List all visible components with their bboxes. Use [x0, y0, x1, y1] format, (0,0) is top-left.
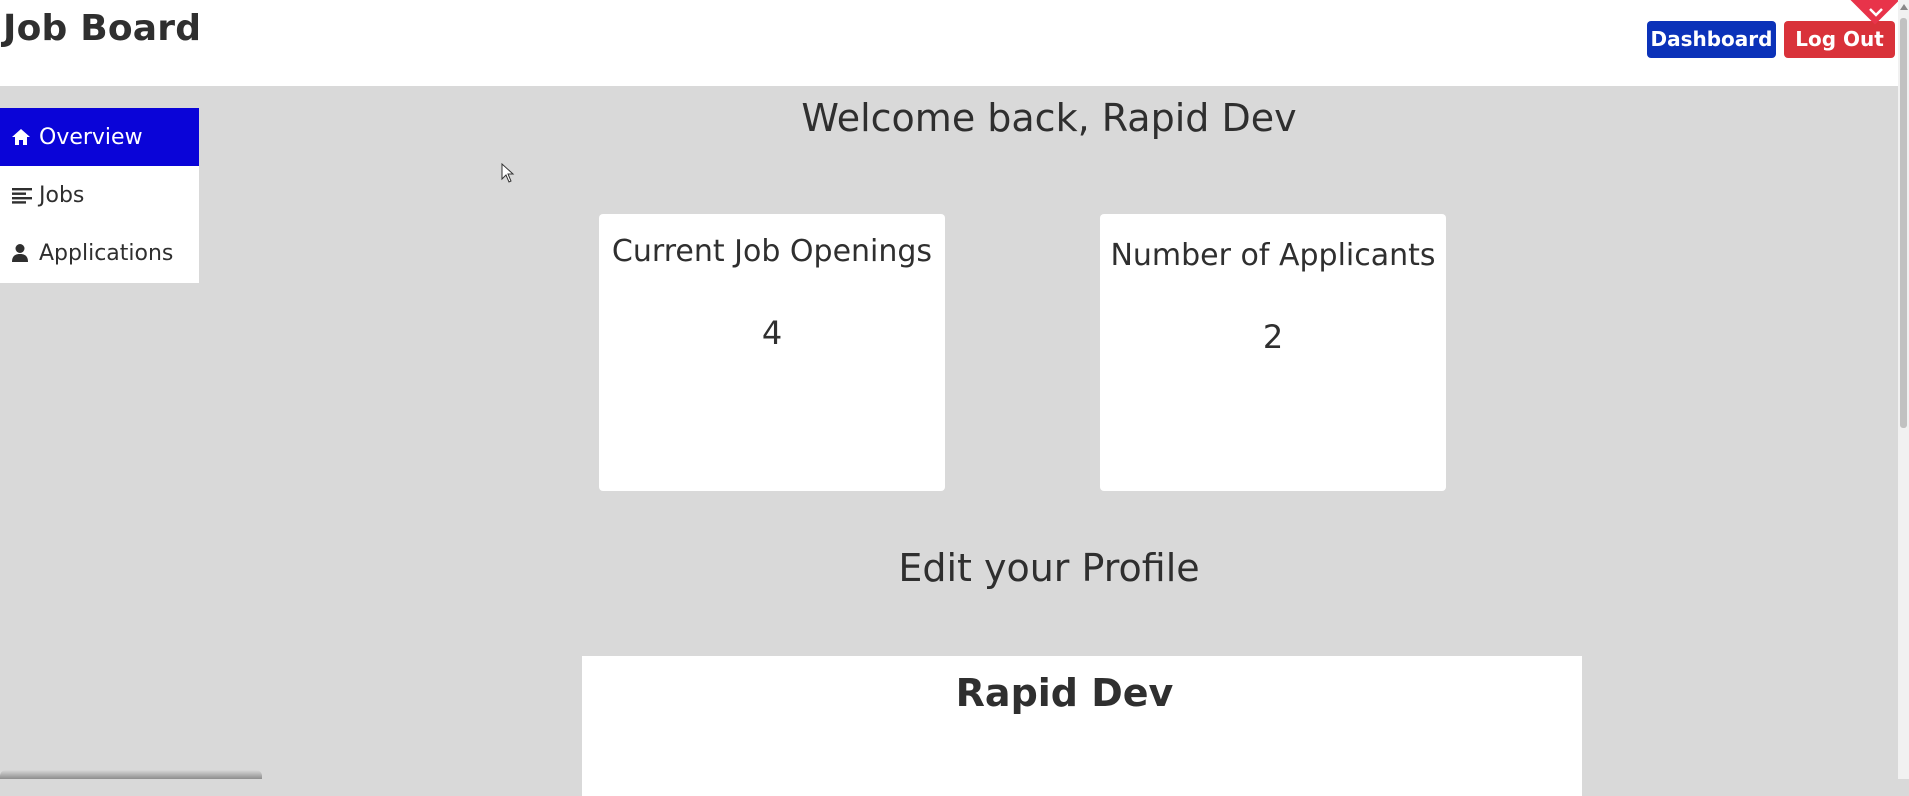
top-navbar: Job Board Dashboard Log Out [0, 0, 1898, 86]
home-icon [11, 128, 35, 146]
user-icon [11, 243, 35, 263]
stat-card-job-openings: Current Job Openings 4 [599, 214, 945, 491]
logout-button[interactable]: Log Out [1784, 21, 1895, 58]
sidebar-item-label: Jobs [39, 182, 85, 208]
chevron-down-icon[interactable] [1868, 1, 1884, 22]
sidebar-item-label: Applications [39, 240, 174, 266]
brand-title[interactable]: Job Board [3, 8, 201, 49]
stat-card-applicants: Number of Applicants 2 [1100, 214, 1446, 491]
sidebar-item-applications[interactable]: Applications [0, 224, 199, 282]
sidebar: Overview Jobs Applications [0, 108, 199, 283]
scroll-up-arrow-icon[interactable] [1900, 4, 1908, 10]
scrollbar-thumb[interactable] [1900, 18, 1907, 428]
profile-card: Rapid Dev [582, 656, 1582, 796]
card-value: 4 [761, 314, 783, 352]
sidebar-item-jobs[interactable]: Jobs [0, 166, 199, 224]
bottom-shadow [0, 770, 262, 779]
welcome-heading: Welcome back, Rapid Dev [801, 96, 1297, 140]
sidebar-item-label: Overview [39, 124, 143, 150]
list-icon [11, 186, 35, 204]
profile-section-heading: Edit your Profile [898, 546, 1200, 590]
dashboard-button[interactable]: Dashboard [1647, 21, 1776, 58]
sidebar-item-overview[interactable]: Overview [0, 108, 199, 166]
card-value: 2 [1262, 318, 1284, 356]
card-title: Number of Applicants [1110, 238, 1436, 273]
card-title: Current Job Openings [611, 234, 933, 269]
profile-name: Rapid Dev [955, 671, 1174, 715]
mouse-pointer-icon [501, 162, 515, 187]
scrollbar[interactable] [1898, 0, 1909, 779]
